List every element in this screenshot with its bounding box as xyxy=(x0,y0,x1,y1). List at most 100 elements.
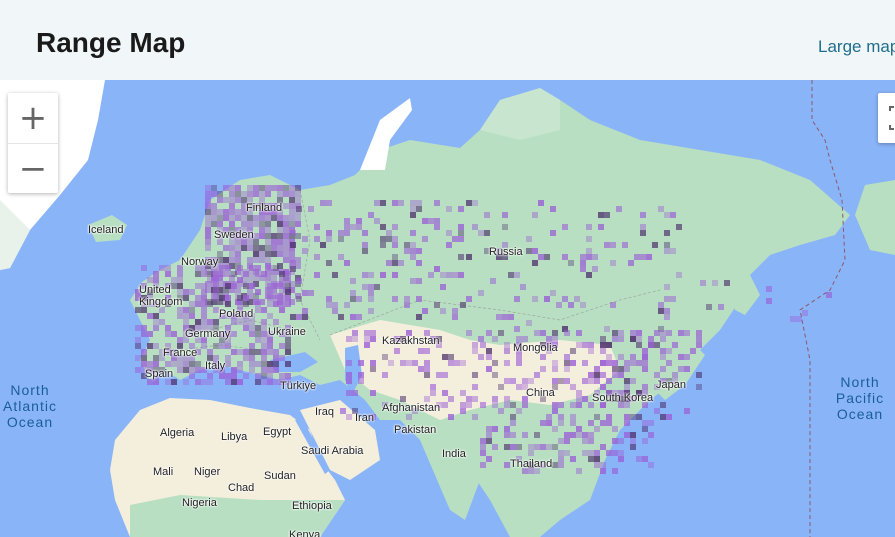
range-cell xyxy=(588,348,594,354)
country-label-iraq: Iraq xyxy=(315,406,334,418)
range-cell xyxy=(219,373,225,379)
range-cell xyxy=(448,360,454,366)
range-cell xyxy=(534,372,540,378)
range-cell xyxy=(600,384,606,390)
range-cell xyxy=(241,221,247,227)
range-cell xyxy=(630,432,636,438)
range-cell xyxy=(666,414,672,420)
range-cell xyxy=(552,426,558,432)
range-cell xyxy=(283,221,289,227)
range-cell xyxy=(624,378,630,384)
range-cell xyxy=(568,302,574,308)
range-cell xyxy=(558,456,564,462)
range-cell xyxy=(582,378,588,384)
range-cell xyxy=(147,361,153,367)
range-cell xyxy=(642,366,648,372)
range-cell xyxy=(664,296,670,302)
range-cell xyxy=(285,295,291,301)
range-cell xyxy=(624,360,630,366)
range-cell xyxy=(279,271,285,277)
fullscreen-button[interactable] xyxy=(878,93,895,143)
range-cell xyxy=(344,260,350,266)
range-cell xyxy=(404,302,410,308)
range-cell xyxy=(370,336,376,342)
country-label-kazakhstan: Kazakhstan xyxy=(382,335,440,347)
range-cell xyxy=(352,390,358,396)
range-cell xyxy=(223,209,229,215)
range-cell xyxy=(364,330,370,336)
range-cell xyxy=(534,432,540,438)
range-cell xyxy=(492,396,498,402)
range-cell xyxy=(538,200,544,206)
range-cell xyxy=(600,336,606,342)
range-cell xyxy=(225,343,231,349)
range-cell xyxy=(430,384,436,390)
range-cell xyxy=(235,209,241,215)
range-cell xyxy=(564,360,570,366)
range-cell xyxy=(796,316,802,322)
range-cell xyxy=(486,330,492,336)
range-cell xyxy=(255,325,261,331)
range-cell xyxy=(279,343,285,349)
range-cell xyxy=(586,272,592,278)
range-cell xyxy=(484,230,490,236)
range-cell xyxy=(472,384,478,390)
range-cell xyxy=(308,206,314,212)
range-cell xyxy=(550,206,556,212)
range-cell xyxy=(267,295,273,301)
range-cell xyxy=(153,355,159,361)
range-cell xyxy=(588,378,594,384)
range-cell xyxy=(380,272,386,278)
range-cell xyxy=(249,367,255,373)
range-cell xyxy=(606,420,612,426)
range-cell xyxy=(460,390,466,396)
range-cell xyxy=(684,408,690,414)
range-cell xyxy=(225,295,231,301)
range-cell xyxy=(235,191,241,197)
range-cell xyxy=(267,361,273,367)
range-cell xyxy=(255,373,261,379)
range-cell xyxy=(624,432,630,438)
range-cell xyxy=(532,248,538,254)
range-cell xyxy=(766,286,772,292)
range-cell xyxy=(564,432,570,438)
range-cell xyxy=(654,342,660,348)
range-cell xyxy=(225,379,231,385)
ocean-label-north-pacific: North Pacific Ocean xyxy=(835,374,885,422)
range-cell xyxy=(724,280,730,286)
range-cell xyxy=(302,308,308,314)
range-map[interactable]: Iceland Finland Sweden Norway Russia Uni… xyxy=(0,80,895,537)
zoom-out-button[interactable]: − xyxy=(8,143,58,194)
range-cell xyxy=(183,361,189,367)
range-cell xyxy=(350,290,356,296)
range-cell xyxy=(594,378,600,384)
range-cell xyxy=(231,331,237,337)
range-cell xyxy=(546,444,552,450)
range-cell xyxy=(205,239,211,245)
range-cell xyxy=(392,224,398,230)
range-cell xyxy=(195,319,201,325)
country-label-india: India xyxy=(442,448,466,460)
range-cell xyxy=(446,272,452,278)
range-cell xyxy=(358,360,364,366)
range-cell xyxy=(700,280,706,286)
range-cell xyxy=(504,432,510,438)
range-cell xyxy=(428,218,434,224)
range-cell xyxy=(504,444,510,450)
range-cell xyxy=(356,296,362,302)
large-map-link[interactable]: Large map xyxy=(818,37,895,57)
range-cell xyxy=(660,330,666,336)
range-cell xyxy=(213,343,219,349)
range-cell xyxy=(416,260,422,266)
range-cell xyxy=(261,349,267,355)
range-cell xyxy=(458,272,464,278)
range-cell xyxy=(618,438,624,444)
range-cell xyxy=(570,360,576,366)
range-cell xyxy=(237,277,243,283)
range-cell xyxy=(424,366,430,372)
range-cell xyxy=(165,331,171,337)
range-cell xyxy=(259,245,265,251)
range-cell xyxy=(534,444,540,450)
range-cell xyxy=(652,242,658,248)
zoom-in-button[interactable]: + xyxy=(8,93,58,143)
